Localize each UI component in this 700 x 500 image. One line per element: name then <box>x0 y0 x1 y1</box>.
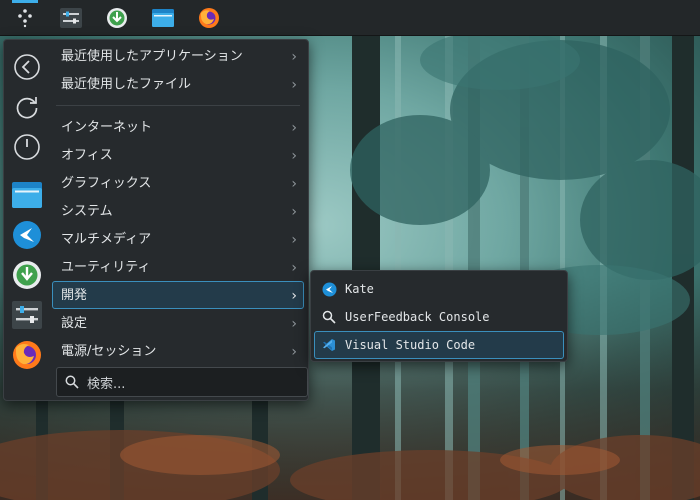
category-graphics[interactable]: グラフィックス › <box>52 169 304 197</box>
app-item-userfeedback-console[interactable]: UserFeedback Console <box>314 303 564 331</box>
chevron-right-icon: › <box>291 316 297 332</box>
application-launcher-button[interactable] <box>6 0 44 36</box>
kate-icon <box>13 221 41 249</box>
category-multimedia[interactable]: マルチメディア › <box>52 225 304 253</box>
firefox-icon <box>199 7 219 28</box>
system-settings-button[interactable] <box>52 0 90 36</box>
chevron-right-icon: › <box>291 288 297 304</box>
sidebar-shutdown-button[interactable] <box>10 130 44 164</box>
app-item-visual-studio-code[interactable]: Visual Studio Code <box>314 331 564 359</box>
application-launcher-menu: 最近使用したアプリケーション › 最近使用したファイル › インターネット › … <box>3 39 309 401</box>
app-label: Kate <box>345 282 374 296</box>
app-label: UserFeedback Console <box>345 310 490 324</box>
divider <box>56 105 300 106</box>
category-label: ユーティリティ <box>61 260 151 275</box>
back-icon <box>14 54 40 80</box>
category-label: 開発 <box>61 288 88 303</box>
category-settings[interactable]: 設定 › <box>52 309 304 337</box>
category-label: マルチメディア <box>61 232 152 247</box>
category-office[interactable]: オフィス › <box>52 141 304 169</box>
sidebar-download-button[interactable] <box>10 258 44 292</box>
search-icon <box>65 375 79 389</box>
sidebar-back-button[interactable] <box>10 50 44 84</box>
sidebar-firefox-button[interactable] <box>10 338 44 372</box>
sidebar-file-manager-button[interactable] <box>10 178 44 212</box>
sidebar-reboot-button[interactable] <box>10 90 44 124</box>
category-label: 電源/セッション <box>61 344 157 359</box>
shutdown-icon <box>14 134 40 160</box>
category-system[interactable]: システム › <box>52 197 304 225</box>
chevron-right-icon: › <box>291 232 297 248</box>
app-label: Visual Studio Code <box>345 338 476 352</box>
firefox-icon <box>13 341 41 369</box>
file-manager-icon <box>12 182 42 208</box>
category-label: 最近使用したファイル <box>61 77 192 92</box>
firefox-button[interactable] <box>190 0 228 36</box>
vscode-icon <box>323 339 335 351</box>
category-label: システム <box>61 204 113 219</box>
development-submenu: Kate UserFeedback Console Visual Studio … <box>310 270 568 362</box>
chevron-right-icon: › <box>291 260 297 276</box>
launcher-sidebar <box>4 40 50 400</box>
category-label: 最近使用したアプリケーション <box>61 49 243 64</box>
category-label: グラフィックス <box>61 176 152 191</box>
category-label: インターネット <box>61 120 153 135</box>
reboot-icon <box>16 97 38 119</box>
category-internet[interactable]: インターネット › <box>52 113 304 141</box>
kate-icon <box>322 282 336 296</box>
search-placeholder: 検索... <box>87 376 126 392</box>
search-field[interactable]: 検索... <box>56 367 308 397</box>
app-item-kate[interactable]: Kate <box>314 275 564 303</box>
sidebar-system-settings-button[interactable] <box>10 298 44 332</box>
system-settings-icon <box>60 7 82 28</box>
category-development[interactable]: 開発 › <box>52 281 304 309</box>
chevron-right-icon: › <box>291 49 297 65</box>
sidebar-kate-button[interactable] <box>10 218 44 252</box>
search-icon <box>322 310 336 324</box>
download-manager-button[interactable] <box>98 0 136 36</box>
top-panel <box>0 0 700 36</box>
download-manager-icon <box>107 7 127 28</box>
category-label: 設定 <box>61 316 88 331</box>
download-icon <box>13 261 41 289</box>
system-settings-icon <box>12 301 42 329</box>
chevron-right-icon: › <box>291 148 297 164</box>
chevron-right-icon: › <box>291 204 297 220</box>
chevron-right-icon: › <box>291 344 297 360</box>
chevron-right-icon: › <box>291 120 297 136</box>
category-list: 最近使用したアプリケーション › 最近使用したファイル › インターネット › … <box>52 42 304 365</box>
category-recent-files[interactable]: 最近使用したファイル › <box>52 70 304 98</box>
chevron-right-icon: › <box>291 77 297 93</box>
category-utilities[interactable]: ユーティリティ › <box>52 253 304 281</box>
file-manager-icon <box>152 8 174 27</box>
chevron-right-icon: › <box>291 176 297 192</box>
file-manager-button[interactable] <box>144 0 182 36</box>
application-launcher-icon <box>18 8 32 27</box>
category-label: オフィス <box>61 148 113 163</box>
category-power-session[interactable]: 電源/セッション › <box>52 337 304 365</box>
category-recent-applications[interactable]: 最近使用したアプリケーション › <box>52 42 304 70</box>
